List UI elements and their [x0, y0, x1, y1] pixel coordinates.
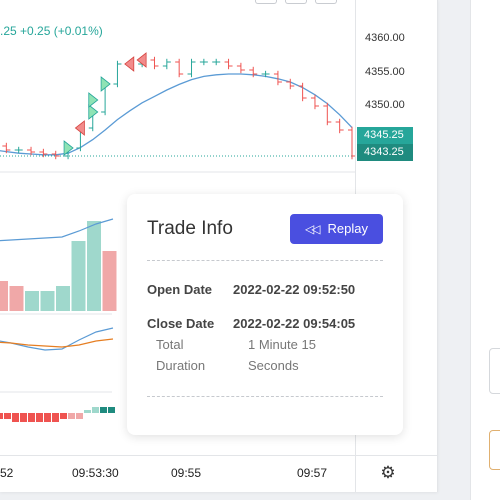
histogram-bar	[84, 410, 91, 413]
volume-bar	[0, 281, 8, 311]
volume-bar	[56, 286, 70, 311]
histogram-bar	[60, 413, 67, 419]
chart-panel[interactable]: ⚙ ⤢ ▭ .25 +0.25 (+0.01%) 4360.00 4355.00…	[0, 0, 438, 492]
side-button[interactable]	[489, 430, 500, 470]
side-input[interactable]	[489, 348, 500, 394]
histogram-bar	[108, 407, 115, 413]
time-tick: 09:53:30	[72, 466, 119, 480]
histogram-bar	[92, 407, 99, 413]
open-date-value: 2022-02-22 09:52:50	[233, 282, 356, 297]
volume-bar	[87, 221, 101, 311]
replay-label: Replay	[327, 221, 368, 236]
price-tick: 4355.00	[365, 66, 405, 78]
price-tag-upper: 4345.25	[357, 127, 413, 144]
histogram-bar	[76, 413, 83, 419]
divider	[147, 260, 383, 261]
histogram-bar	[52, 413, 59, 422]
divider	[147, 396, 383, 397]
time-axis[interactable]	[0, 455, 438, 492]
time-tick: 52	[0, 466, 14, 480]
time-tick: 09:55	[171, 466, 202, 480]
sell-marker	[124, 56, 135, 72]
volume-bar	[25, 291, 39, 311]
trading-app: ⚙ ⤢ ▭ .25 +0.25 (+0.01%) 4360.00 4355.00…	[0, 0, 500, 500]
side-panel	[470, 0, 500, 500]
gear-icon[interactable]: ⚙	[378, 463, 398, 483]
replay-button[interactable]: ◁◁ Replay	[290, 214, 383, 244]
signal-line	[0, 338, 114, 348]
trade-info-title: Trade Info	[147, 218, 233, 239]
trade-info-card: Trade Info ◁◁ Replay Open Date 2022-02-2…	[127, 194, 403, 435]
histogram-bar	[36, 413, 43, 422]
histogram-bar	[44, 413, 51, 422]
close-date-label: Close Date	[147, 316, 215, 331]
time-tick: 09:57	[297, 466, 328, 480]
histogram-bar	[100, 407, 107, 413]
volume-bar	[9, 286, 24, 311]
histogram-bar	[4, 413, 11, 419]
histogram-bar	[28, 413, 35, 422]
open-date-label: Open Date	[147, 282, 213, 297]
rewind-icon: ◁◁	[305, 222, 321, 236]
histogram-bar	[68, 413, 75, 419]
volume-bar	[40, 291, 55, 311]
buy-marker	[88, 92, 99, 108]
histogram-bar	[0, 413, 3, 419]
volume-bar	[102, 251, 117, 311]
total-duration-value: 1 Minute 15 Seconds	[248, 337, 316, 373]
volume-bar	[71, 241, 86, 311]
histogram-bar	[12, 413, 19, 422]
histogram-bar	[20, 413, 27, 422]
total-duration-label: Total Duration	[156, 337, 206, 373]
close-date-value: 2022-02-22 09:54:05	[233, 316, 356, 331]
price-tag-lower: 4343.25	[357, 144, 413, 161]
price-tick: 4360.00	[365, 32, 405, 44]
price-tick: 4350.00	[365, 99, 405, 111]
